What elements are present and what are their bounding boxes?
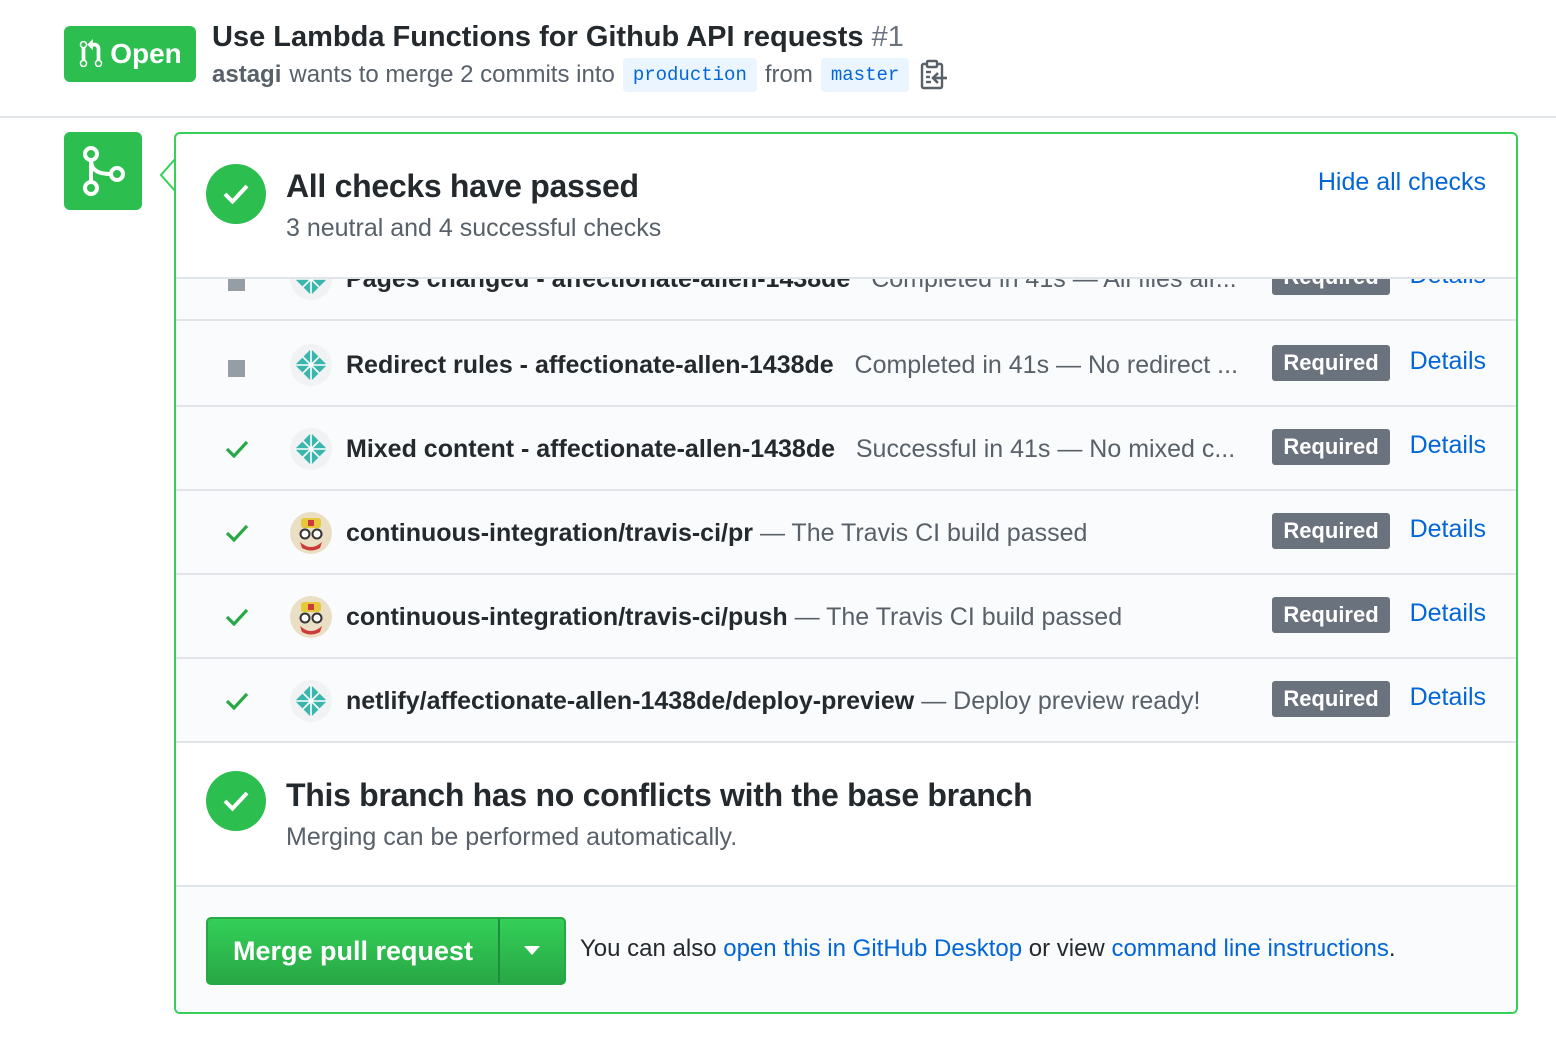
neutral-status-icon (228, 360, 245, 377)
pr-author[interactable]: astagi (212, 58, 281, 92)
travis-ci-avatar-icon[interactable] (290, 512, 332, 554)
check-text: continuous-integration/travis-ci/pr — Th… (346, 513, 1087, 553)
pr-number: #1 (871, 21, 904, 53)
head-branch[interactable]: master (820, 58, 910, 92)
alt-middle: or view (1028, 935, 1105, 962)
merge-description: wants to merge 2 commits into (289, 61, 615, 88)
alternative-actions: You can also open this in GitHub Desktop… (580, 935, 1396, 963)
git-merge-icon-badge (64, 132, 142, 210)
check-description: — The Travis CI build passed (794, 603, 1123, 631)
git-merge-icon (83, 146, 125, 196)
details-link[interactable]: Details (1410, 431, 1486, 460)
check-text: netlify/affectionate-allen-1438de/deploy… (346, 681, 1200, 721)
merge-pull-request-button[interactable]: Merge pull request (208, 919, 498, 983)
checks-title: All checks have passed (286, 168, 639, 204)
conflicts-status-icon (206, 771, 266, 831)
base-branch[interactable]: production (622, 58, 757, 92)
netlify-avatar-icon[interactable] (290, 428, 332, 470)
success-check-icon (225, 440, 249, 462)
check-row: Redirect rules - affectionate-allen-1438… (176, 323, 1516, 407)
conflicts-title: This branch has no conflicts with the ba… (286, 777, 1033, 813)
check-context: Pages changed - affectionate-allen-1438d… (346, 277, 851, 293)
hide-checks-button[interactable]: Hide all checks (1318, 168, 1486, 197)
details-link[interactable]: Details (1410, 279, 1486, 290)
merge-box: All checks have passed 3 neutral and 4 s… (174, 132, 1518, 1014)
details-link[interactable]: Details (1410, 515, 1486, 544)
pr-state-label: Open (110, 38, 182, 69)
check-row: Pages changed - affectionate-allen-1438d… (176, 277, 1516, 321)
netlify-avatar-icon[interactable] (290, 680, 332, 722)
check-text: Mixed content - affectionate-allen-1438d… (346, 429, 1235, 469)
details-link[interactable]: Details (1410, 347, 1486, 376)
required-badge: Required (1272, 513, 1390, 549)
pr-header: Open Use Lambda Functions for Github API… (0, 0, 1556, 118)
neutral-status-icon (228, 279, 245, 291)
conflicts-section: This branch has no conflicts with the ba… (176, 741, 1516, 885)
check-context: continuous-integration/travis-ci/push (346, 603, 788, 631)
checks-status-icon (206, 164, 266, 224)
check-description: — The Travis CI build passed (759, 519, 1088, 547)
required-badge: Required (1272, 429, 1390, 465)
required-badge: Required (1272, 597, 1390, 633)
check-context: Redirect rules - affectionate-allen-1438… (346, 351, 834, 379)
check-text: Redirect rules - affectionate-allen-1438… (346, 345, 1238, 385)
check-icon (223, 184, 249, 205)
pr-meta: astagi wants to merge 2 commits into pro… (212, 58, 949, 92)
merge-method-dropdown[interactable] (498, 919, 564, 983)
pr-title-text: Use Lambda Functions for Github API requ… (212, 21, 864, 53)
check-row: continuous-integration/travis-ci/pr — Th… (176, 491, 1516, 575)
github-desktop-link[interactable]: open this in GitHub Desktop (723, 935, 1022, 962)
check-description: Completed in 41s — No redirect ... (854, 351, 1239, 379)
required-badge: Required (1272, 681, 1390, 717)
command-line-instructions-link[interactable]: command line instructions (1111, 935, 1388, 962)
success-check-icon (225, 524, 249, 546)
pr-title: Use Lambda Functions for Github API requ… (212, 20, 904, 54)
check-description: — Deploy preview ready! (921, 687, 1201, 715)
alt-prefix: You can also (580, 935, 717, 962)
merge-button-group: Merge pull request (206, 917, 566, 985)
triangle-down-icon (524, 946, 540, 955)
check-icon (223, 791, 249, 812)
check-row: continuous-integration/travis-ci/push — … (176, 575, 1516, 659)
check-row: Mixed content - affectionate-allen-1438d… (176, 407, 1516, 491)
conflicts-subtitle: Merging can be performed automatically. (286, 823, 738, 851)
checks-header: All checks have passed 3 neutral and 4 s… (176, 134, 1516, 277)
pr-state-badge: Open (64, 26, 196, 82)
check-text: continuous-integration/travis-ci/push — … (346, 597, 1122, 637)
check-text: Pages changed - affectionate-allen-1438d… (346, 277, 1237, 299)
check-description: Completed in 41s — All files alr... (871, 277, 1237, 293)
from-text: from (764, 61, 813, 88)
git-pull-request-icon (79, 39, 103, 68)
check-row: netlify/affectionate-allen-1438de/deploy… (176, 659, 1516, 741)
check-context: netlify/affectionate-allen-1438de/deploy… (346, 687, 915, 715)
checks-list[interactable]: Pages changed - affectionate-allen-1438d… (176, 277, 1516, 741)
checks-summary: 3 neutral and 4 successful checks (286, 214, 662, 242)
check-context: Mixed content - affectionate-allen-1438d… (346, 435, 836, 463)
success-check-icon (225, 692, 249, 714)
check-description: Successful in 41s — No mixed c... (855, 435, 1236, 463)
netlify-avatar-icon[interactable] (290, 279, 332, 300)
clippy-icon[interactable] (919, 59, 949, 91)
required-badge: Required (1272, 345, 1390, 381)
netlify-avatar-icon[interactable] (290, 344, 332, 386)
details-link[interactable]: Details (1410, 683, 1486, 712)
travis-ci-avatar-icon[interactable] (290, 596, 332, 638)
details-link[interactable]: Details (1410, 599, 1486, 628)
required-badge: Required (1272, 279, 1390, 295)
check-context: continuous-integration/travis-ci/pr (346, 519, 753, 547)
alt-suffix: . (1388, 935, 1396, 962)
success-check-icon (225, 608, 249, 630)
merge-actions: Merge pull request You can also open thi… (176, 885, 1516, 1012)
